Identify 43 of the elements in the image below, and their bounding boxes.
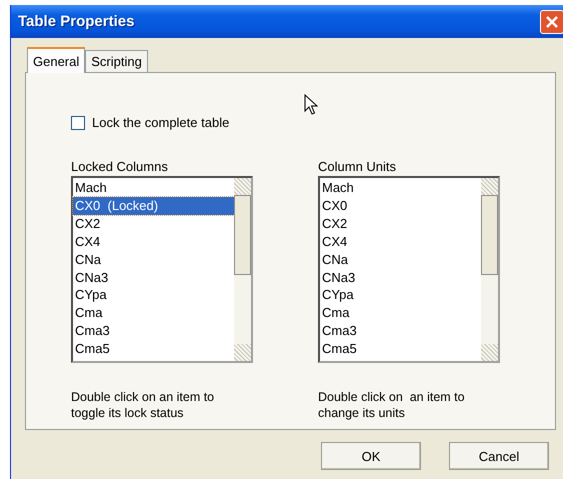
- list-item[interactable]: CNa: [73, 250, 234, 269]
- list-item[interactable]: Mach: [73, 179, 234, 197]
- checkbox-label: Lock the complete table: [92, 115, 230, 130]
- close-button[interactable]: [540, 10, 563, 34]
- scrollbar[interactable]: [481, 178, 498, 361]
- list-item[interactable]: Cma3: [320, 322, 481, 340]
- list-item[interactable]: CX2: [320, 214, 481, 233]
- checkbox[interactable]: [71, 116, 85, 130]
- list-item[interactable]: Cma: [320, 304, 481, 322]
- list-item[interactable]: CNa: [320, 250, 481, 269]
- list-item[interactable]: CX4: [320, 232, 481, 251]
- list-item[interactable]: CYpa: [320, 286, 481, 304]
- list-item[interactable]: Cma: [73, 304, 234, 322]
- mouse-pointer-icon: [304, 94, 318, 116]
- list-item[interactable]: CX0 (Locked): [73, 196, 234, 215]
- dialog-button[interactable]: Cancel: [449, 442, 549, 470]
- list-label: Column Units: [318, 159, 398, 174]
- scrollbar[interactable]: [234, 178, 251, 361]
- list-item[interactable]: Mach: [320, 179, 481, 197]
- list-item[interactable]: CYpa: [73, 286, 234, 304]
- list-item[interactable]: CX4: [73, 232, 234, 251]
- list-item[interactable]: Cma3: [73, 322, 234, 340]
- tab[interactable]: Scripting: [85, 50, 148, 72]
- hint-text: Double click on an item to: [71, 389, 216, 405]
- window-title: Table Properties: [18, 13, 134, 30]
- hint-text: toggle its lock status: [71, 405, 185, 421]
- hint-text: change its units: [318, 405, 406, 421]
- list-item[interactable]: Cma5: [320, 340, 481, 358]
- grip-icon: [234, 178, 251, 195]
- hint-text: Double click on an item to: [318, 389, 466, 405]
- list-item[interactable]: CX2: [73, 214, 234, 233]
- scroll-thumb[interactable]: [234, 195, 251, 275]
- grip-icon: [481, 178, 498, 195]
- list-item[interactable]: Cma5: [73, 340, 234, 358]
- list-item[interactable]: CX0: [320, 196, 481, 215]
- list-item[interactable]: CNa3: [73, 268, 234, 286]
- grip-icon: [234, 344, 251, 361]
- scroll-thumb[interactable]: [481, 195, 498, 275]
- list-item[interactable]: CNa3: [320, 268, 481, 286]
- dialog-button[interactable]: OK: [321, 442, 421, 470]
- grip-icon: [481, 344, 498, 361]
- list-label: Locked Columns: [71, 159, 169, 174]
- tab[interactable]: General: [27, 47, 86, 73]
